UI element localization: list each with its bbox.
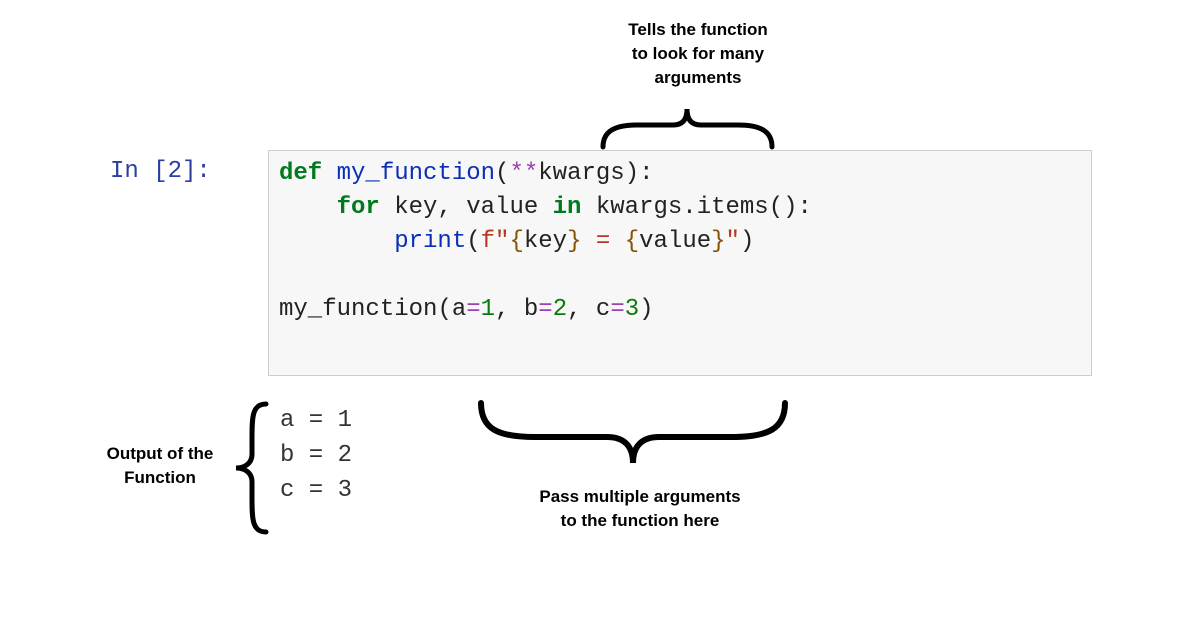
param-kwargs: kwargs [538, 160, 624, 187]
output-line-3: c = 3 [280, 477, 352, 504]
loop-vars: key, value [380, 194, 553, 221]
double-star: ** [509, 160, 538, 187]
string-close-quote: " [726, 228, 740, 255]
eq-2: = [538, 296, 552, 323]
annotation-kwargs-top: Tells the functionto look for manyargume… [588, 18, 808, 89]
print-open: ( [466, 228, 480, 255]
annotation-output: Output of theFunction [90, 442, 230, 490]
keyword-def: def [279, 160, 322, 187]
num-3: 3 [625, 296, 639, 323]
comma-2: , [567, 296, 596, 323]
print-call: print [394, 228, 466, 255]
fstring-var-key: key [524, 228, 567, 255]
indent-2 [279, 228, 394, 255]
keyword-in: in [553, 194, 582, 221]
paren-close: ) [625, 160, 639, 187]
fstring-text: = [581, 228, 624, 255]
brace-top-icon [595, 103, 780, 151]
fstring-brace-2: { [625, 228, 639, 255]
eq-1: = [466, 296, 480, 323]
arg-a: a [452, 296, 466, 323]
paren-open: ( [495, 160, 509, 187]
output-line-2: b = 2 [280, 442, 352, 469]
call-open: ( [437, 296, 451, 323]
annotation-args-bottom: Pass multiple argumentsto the function h… [490, 485, 790, 533]
output-area: a = 1 b = 2 c = 3 [280, 404, 352, 508]
num-2: 2 [553, 296, 567, 323]
fstring-brace: { [509, 228, 523, 255]
brace-bottom-icon [463, 397, 803, 472]
call-fn: my_function [279, 296, 437, 323]
arg-c: c [596, 296, 610, 323]
indent [279, 194, 337, 221]
num-1: 1 [481, 296, 495, 323]
fstring-prefix: f" [481, 228, 510, 255]
input-prompt: In [2]: [110, 158, 211, 185]
output-line-1: a = 1 [280, 407, 352, 434]
call-close: ) [639, 296, 653, 323]
iter-expr: kwargs.items(): [581, 194, 811, 221]
brace-left-icon [232, 398, 272, 538]
arg-b: b [524, 296, 538, 323]
keyword-for: for [337, 194, 380, 221]
comma-1: , [495, 296, 524, 323]
print-close: ) [740, 228, 754, 255]
eq-3: = [610, 296, 624, 323]
fstring-brace-close: } [567, 228, 581, 255]
function-name: my_function [322, 160, 495, 187]
code-cell: def my_function(**kwargs): for key, valu… [268, 150, 1092, 376]
fstring-brace-close-2: } [711, 228, 725, 255]
fstring-var-value: value [639, 228, 711, 255]
colon: : [639, 160, 653, 187]
